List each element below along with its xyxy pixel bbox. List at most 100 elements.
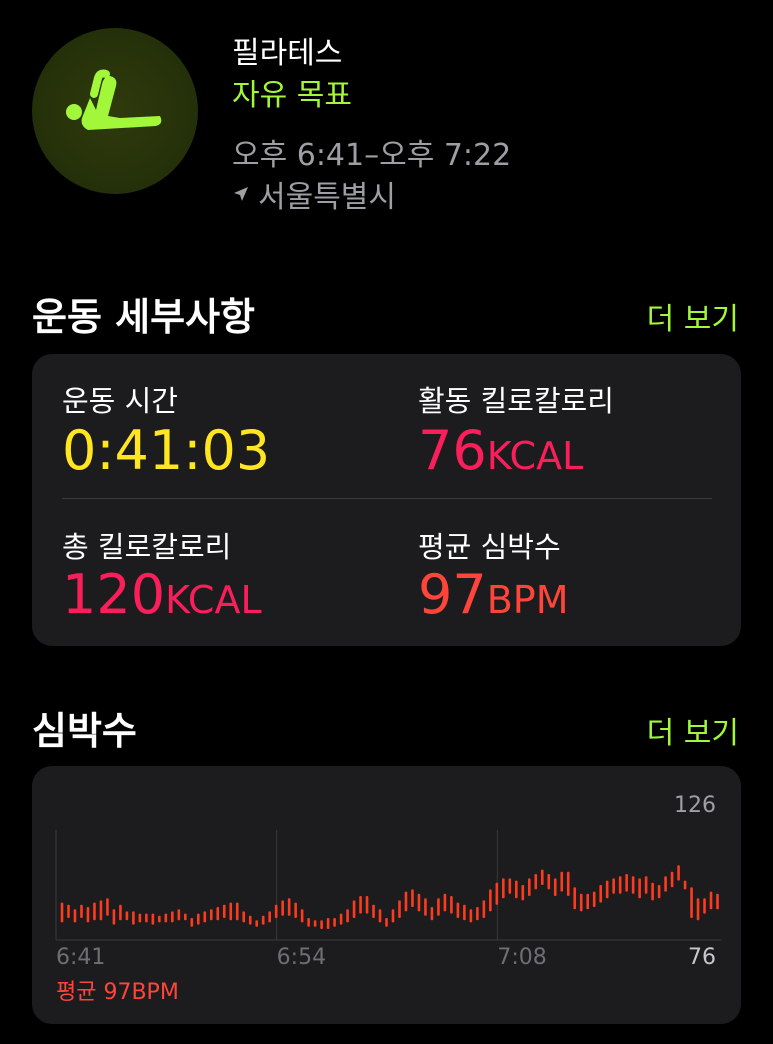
hr-bar: [158, 915, 161, 923]
hr-bar: [586, 893, 590, 910]
hr-bar: [365, 896, 369, 914]
hr-bar: [450, 896, 453, 914]
hr-bar: [274, 904, 278, 918]
time-range: 오후 6:41–오후 7:22: [232, 138, 512, 173]
location-text: 서울특별시: [258, 180, 396, 215]
hr-bar: [631, 876, 635, 894]
hr-bar: [612, 878, 615, 894]
hr-bar: [216, 907, 220, 921]
hr-bar: [605, 880, 609, 899]
hr-bar: [112, 909, 116, 925]
hr-bar: [248, 915, 252, 925]
avg-hr-value: 97BPM: [418, 568, 569, 622]
hr-bar: [651, 882, 654, 901]
heart-rate-card[interactable]: 6:41 6:54 7:08 126 76 평균 97BPM: [32, 766, 741, 1024]
hr-bar: [359, 896, 362, 914]
total-kcal-number: 120: [62, 563, 166, 626]
hr-bar: [222, 904, 226, 918]
hr-bar: [638, 878, 641, 899]
heart-rate-section-title: 심박수: [32, 709, 137, 753]
hr-bar: [132, 911, 135, 925]
active-kcal-value: 76KCAL: [418, 424, 583, 478]
hr-bar: [300, 909, 304, 923]
hr-bar: [385, 918, 388, 927]
workout-time-value: 0:41:03: [62, 419, 271, 482]
avg-hr-label: 평균 심박수: [418, 530, 561, 564]
hr-bar: [93, 902, 96, 921]
hr-bar: [716, 893, 719, 910]
hr-bar: [469, 909, 473, 923]
hr-bar: [618, 876, 622, 894]
hr-bar: [346, 909, 349, 923]
hr-bar: [255, 920, 259, 927]
hr-bar: [106, 898, 109, 916]
hr-bar: [268, 911, 271, 923]
hr-bar: [553, 878, 557, 896]
hr-bar: [378, 909, 382, 923]
hr-bar: [495, 882, 499, 905]
avg-hr-number: 97: [418, 563, 487, 626]
active-kcal-label: 활동 킬로칼로리: [418, 384, 614, 418]
hr-bar: [521, 885, 525, 901]
hr-bar: [151, 913, 155, 925]
hr-bar: [456, 902, 460, 918]
hr-bar: [683, 880, 687, 890]
hr-bar: [235, 902, 239, 921]
hr-bar: [229, 902, 233, 921]
hr-bar: [294, 902, 297, 918]
y-max-label: 126: [674, 793, 716, 818]
hr-bar: [644, 876, 648, 894]
hr-bar: [398, 900, 401, 918]
hr-bar: [437, 898, 440, 916]
x-tick-label: 7:08: [497, 945, 546, 970]
location: 서울특별시: [232, 172, 396, 216]
hr-bar: [196, 913, 200, 925]
heart-rate-more-link[interactable]: 더 보기: [647, 708, 739, 752]
hr-bar: [307, 918, 310, 927]
hr-bar: [138, 913, 142, 923]
total-kcal-unit: KCAL: [165, 578, 262, 622]
hr-bar: [677, 865, 680, 881]
hr-bar: [534, 874, 538, 890]
hr-bar: [664, 876, 667, 892]
total-kcal-value: 120KCAL: [62, 568, 262, 622]
total-kcal-label: 총 킬로칼로리: [62, 530, 232, 564]
pilates-figure-icon: [32, 28, 198, 194]
hr-bar: [67, 904, 70, 918]
hr-bar: [171, 911, 174, 923]
hr-bar: [164, 913, 168, 923]
hr-bar: [404, 891, 408, 912]
hr-bar: [463, 904, 466, 921]
hr-bar: [209, 909, 213, 921]
heart-rate-average: 평균 97BPM: [56, 980, 179, 1005]
hr-bar: [73, 909, 77, 923]
hr-bar: [709, 891, 713, 910]
hr-bar: [508, 878, 512, 894]
details-more-link[interactable]: 더 보기: [647, 294, 739, 338]
hr-bar: [60, 902, 64, 923]
pilates-figure-glyph: [66, 69, 162, 130]
hr-bar: [690, 887, 693, 918]
hr-bar: [372, 904, 375, 918]
hr-bar: [592, 891, 596, 907]
avg-hr-unit: BPM: [486, 578, 569, 622]
hr-bar: [476, 907, 479, 921]
hr-bar: [489, 889, 492, 912]
goal-label: 자유 목표: [232, 78, 352, 113]
hr-bar: [313, 920, 317, 927]
hr-bar: [502, 878, 505, 899]
hr-bar: [430, 907, 434, 921]
hr-bar: [625, 874, 628, 892]
hr-bar: [339, 913, 343, 925]
hr-bar: [203, 911, 207, 923]
workout-time-label: 운동 시간: [62, 384, 178, 418]
hr-bar: [566, 871, 570, 896]
location-arrow-icon: [234, 187, 248, 201]
hr-bar: [703, 898, 706, 914]
hr-bar: [261, 915, 265, 925]
hr-bar: [527, 878, 531, 896]
hr-bar: [125, 911, 129, 921]
hr-bar: [190, 918, 194, 927]
x-tick-label: 6:41: [56, 945, 105, 970]
hr-bar: [86, 907, 90, 923]
